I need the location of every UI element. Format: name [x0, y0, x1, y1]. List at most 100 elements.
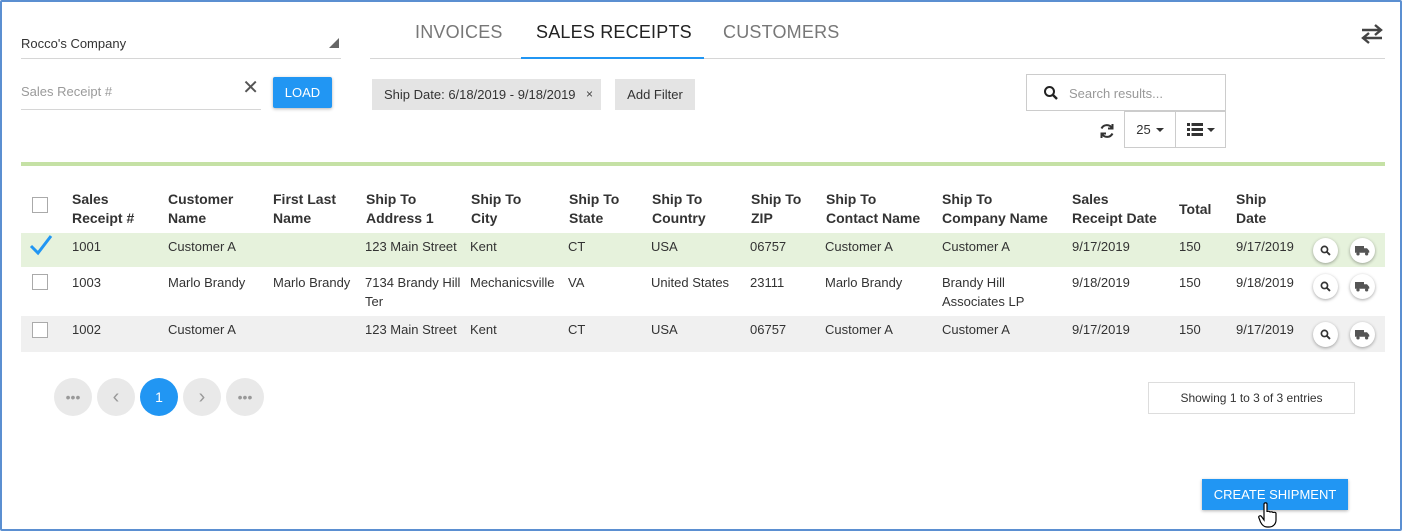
swap-arrows-icon[interactable]	[1358, 22, 1386, 46]
table-row[interactable]: 1001 Customer A 123 Main Street Kent CT …	[21, 233, 1385, 267]
cell-city: Mechanicsville	[470, 275, 555, 290]
header-ship-to-company[interactable]: Ship To Company Name	[942, 190, 1048, 228]
row-checkbox[interactable]	[32, 274, 48, 290]
next-page-button[interactable]: ›	[183, 378, 221, 416]
receipt-number-input[interactable]	[21, 80, 231, 102]
caret-down-icon	[1155, 127, 1164, 132]
page-size-select[interactable]: 25	[1124, 111, 1176, 148]
cell-company: Brandy Hill Associates LP	[942, 275, 1025, 309]
prev-page-button[interactable]: ‹	[97, 378, 135, 416]
search-input[interactable]	[1069, 83, 1219, 103]
ship-date-filter-chip[interactable]: Ship Date: 6/18/2019 - 9/18/2019 ×	[372, 79, 601, 110]
tab-bar: INVOICES SALES RECEIPTS CUSTOMERS	[370, 14, 1385, 59]
cell-company: Customer A	[942, 239, 1010, 254]
cell-customer: Customer A	[168, 322, 236, 337]
last-page-button[interactable]: •••	[226, 378, 264, 416]
header-ship-to-address[interactable]: Ship To Address 1	[366, 190, 434, 228]
filter-chip-label: Ship Date: 6/18/2019 - 9/18/2019	[384, 87, 576, 102]
column-chooser-button[interactable]	[1175, 111, 1226, 148]
dropdown-corner-icon	[329, 38, 339, 48]
search-icon	[1320, 281, 1331, 292]
tab-invoices[interactable]: INVOICES	[415, 22, 503, 59]
header-sales-receipt[interactable]: Sales Receipt #	[72, 190, 134, 228]
tab-customers[interactable]: CUSTOMERS	[723, 22, 839, 59]
tab-sales-receipts[interactable]: SALES RECEIPTS	[521, 22, 704, 59]
hand-cursor-icon	[1258, 502, 1277, 528]
search-icon	[1044, 86, 1058, 100]
first-page-button[interactable]: •••	[54, 378, 92, 416]
caret-down-icon	[1206, 127, 1215, 132]
search-icon	[1320, 329, 1331, 340]
cell-total: 150	[1179, 275, 1201, 290]
list-icon	[1186, 123, 1203, 136]
company-select[interactable]: Rocco's Company	[21, 26, 341, 59]
cell-customer: Marlo Brandy	[168, 275, 246, 290]
cell-first-last: Marlo Brandy	[273, 275, 351, 290]
add-filter-button[interactable]: Add Filter	[615, 79, 695, 110]
cell-contact: Marlo Brandy	[825, 275, 903, 290]
truck-icon	[1355, 330, 1370, 340]
header-ship-to-contact[interactable]: Ship To Contact Name	[826, 190, 920, 228]
header-ship-to-country[interactable]: Ship To Country	[652, 190, 706, 228]
clear-icon[interactable]: ✕	[242, 78, 259, 98]
row-checkbox[interactable]	[32, 322, 48, 338]
search-icon	[1320, 245, 1331, 256]
header-sales-receipt-date[interactable]: Sales Receipt Date	[1072, 190, 1157, 228]
cell-receipt-date: 9/17/2019	[1072, 239, 1130, 254]
cell-ship-date: 9/17/2019	[1236, 322, 1294, 337]
cell-zip: 06757	[750, 322, 787, 337]
company-select-value: Rocco's Company	[21, 36, 127, 51]
ship-receipt-button[interactable]	[1350, 238, 1375, 263]
cell-state: VA	[568, 275, 585, 290]
cell-country: USA	[651, 322, 678, 337]
cell-contact: Customer A	[825, 322, 893, 337]
header-first-last-name[interactable]: First Last Name	[273, 190, 336, 228]
cell-contact: Customer A	[825, 239, 893, 254]
truck-icon	[1355, 246, 1370, 256]
view-receipt-button[interactable]	[1313, 238, 1338, 263]
select-all-checkbox[interactable]	[32, 197, 48, 213]
cell-company: Customer A	[942, 322, 1010, 337]
cell-receipt: 1002	[72, 322, 101, 337]
refresh-icon[interactable]	[1098, 122, 1116, 140]
remove-filter-icon[interactable]: ×	[586, 87, 593, 101]
ship-receipt-button[interactable]	[1350, 322, 1375, 347]
cell-country: USA	[651, 239, 678, 254]
cell-city: Kent	[470, 322, 497, 337]
header-ship-to-state[interactable]: Ship To State	[569, 190, 619, 228]
cell-total: 150	[1179, 239, 1201, 254]
cell-address: 7134 Brandy Hill Ter	[365, 275, 461, 309]
cell-total: 150	[1179, 322, 1201, 337]
header-ship-to-zip[interactable]: Ship To ZIP	[751, 190, 801, 228]
ship-receipt-button[interactable]	[1350, 274, 1375, 299]
header-ship-to-city[interactable]: Ship To City	[471, 190, 521, 228]
cell-state: CT	[568, 239, 586, 254]
cell-customer: Customer A	[168, 239, 236, 254]
view-receipt-button[interactable]	[1313, 274, 1338, 299]
cell-address: 123 Main Street	[365, 322, 457, 337]
cell-receipt-date: 9/17/2019	[1072, 322, 1130, 337]
load-button[interactable]: LOAD	[273, 77, 332, 108]
table-row[interactable]: 1003 Marlo Brandy Marlo Brandy 7134 Bran…	[21, 267, 1385, 316]
receipt-number-field: ✕	[21, 74, 261, 110]
table-row[interactable]: 1002 Customer A 123 Main Street Kent CT …	[21, 316, 1385, 352]
table-top-rule	[21, 162, 1385, 166]
truck-icon	[1355, 282, 1370, 292]
cell-address: 123 Main Street	[365, 239, 457, 254]
cell-ship-date: 9/17/2019	[1236, 239, 1294, 254]
view-receipt-button[interactable]	[1313, 322, 1338, 347]
search-box	[1026, 74, 1226, 111]
header-customer-name[interactable]: Customer Name	[168, 190, 233, 228]
cell-ship-date: 9/18/2019	[1236, 275, 1294, 290]
cell-receipt: 1001	[72, 239, 101, 254]
cell-receipt-date: 9/18/2019	[1072, 275, 1130, 290]
entries-info: Showing 1 to 3 of 3 entries	[1148, 382, 1355, 414]
cell-country: United States	[651, 275, 730, 290]
page-1-button[interactable]: 1	[140, 378, 178, 416]
checkmark-icon[interactable]	[29, 233, 53, 257]
page-size-value: 25	[1136, 122, 1151, 137]
header-total[interactable]: Total	[1179, 200, 1211, 219]
header-ship-date[interactable]: Ship Date	[1236, 190, 1266, 228]
cell-zip: 06757	[750, 239, 787, 254]
cell-receipt: 1003	[72, 275, 101, 290]
